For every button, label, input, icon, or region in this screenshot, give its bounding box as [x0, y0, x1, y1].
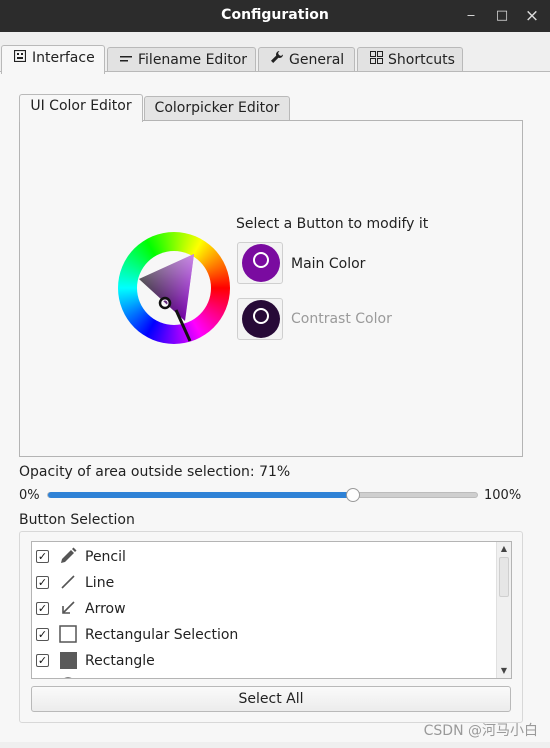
- slider-fill: [48, 492, 353, 498]
- button-list[interactable]: ✓ Pencil ✓ Line ✓ Arrow ✓ Rectangular Se…: [31, 541, 512, 679]
- contrast-color-swatch: [242, 300, 280, 338]
- rectangle-icon: [60, 652, 77, 669]
- main-color-button[interactable]: [237, 242, 283, 284]
- scroll-thumb[interactable]: [499, 557, 509, 597]
- opacity-slider[interactable]: [47, 488, 478, 502]
- contrast-color-label: Contrast Color: [291, 311, 392, 327]
- checkbox-line[interactable]: ✓: [36, 576, 49, 589]
- tab-colorpicker-editor[interactable]: Colorpicker Editor: [144, 96, 290, 122]
- scroll-down-icon[interactable]: ▼: [497, 664, 511, 678]
- select-all-button[interactable]: Select All: [31, 686, 511, 712]
- list-item-pencil[interactable]: ✓ Pencil: [32, 544, 496, 570]
- slider-min-label: 0%: [19, 488, 40, 503]
- saturation-value-triangle[interactable]: [118, 232, 230, 344]
- tab-filename-editor-label: Filename Editor: [138, 52, 248, 68]
- main-color-label: Main Color: [291, 256, 366, 272]
- watermark: CSDN @河马小白: [423, 723, 538, 739]
- rectangular-selection-icon: [59, 625, 77, 643]
- checkbox-arrow[interactable]: ✓: [36, 602, 49, 615]
- circle-icon: [253, 252, 269, 268]
- list-item-label: Pencil: [85, 549, 126, 565]
- pencil-icon: [61, 547, 77, 563]
- minimize-button[interactable]: ‒: [461, 6, 481, 26]
- maximize-button[interactable]: □: [492, 6, 512, 26]
- list-item-line[interactable]: ✓ Line: [32, 570, 496, 596]
- tab-general-label: General: [289, 52, 345, 68]
- list-item-label: Arrow: [85, 601, 126, 617]
- text-lines-icon: [118, 48, 134, 72]
- line-icon: [61, 575, 75, 589]
- close-button[interactable]: ×: [522, 6, 542, 26]
- tab-interface-label: Interface: [32, 50, 95, 66]
- arrow-icon: [62, 601, 75, 614]
- tab-shortcuts[interactable]: Shortcuts: [357, 47, 463, 73]
- list-item-rectangle[interactable]: ✓ Rectangle: [32, 648, 496, 674]
- circle-icon: [253, 308, 269, 324]
- tab-interface[interactable]: Interface: [1, 45, 105, 74]
- main-color-swatch: [242, 244, 280, 282]
- select-button-prompt: Select a Button to modify it: [236, 216, 429, 232]
- window-titlebar: Configuration ‒ □ ×: [0, 0, 550, 32]
- list-item-label: Line: [85, 575, 115, 591]
- list-item-rectangular-selection[interactable]: ✓ Rectangular Selection: [32, 622, 496, 648]
- main-tab-bar: Interface Filename Editor General Shortc…: [0, 45, 550, 74]
- checkbox-rectangle[interactable]: ✓: [36, 654, 49, 667]
- slider-max-label: 100%: [484, 488, 522, 503]
- opacity-label: Opacity of area outside selection: 71%: [19, 464, 291, 480]
- list-scrollbar[interactable]: ▲ ▼: [496, 542, 511, 678]
- tab-general[interactable]: General: [258, 47, 355, 73]
- color-wheel[interactable]: [118, 232, 230, 344]
- checkbox-rectangular-selection[interactable]: ✓: [36, 628, 49, 641]
- circle-icon: [64, 677, 72, 678]
- list-item-label: Rectangular Selection: [85, 627, 239, 643]
- interface-icon: [12, 46, 28, 70]
- wrench-icon: [269, 48, 285, 72]
- slider-handle[interactable]: [345, 488, 360, 502]
- list-item-partial: [32, 674, 496, 678]
- grid-icon: [368, 48, 384, 72]
- checkbox-pencil[interactable]: ✓: [36, 550, 49, 563]
- list-item-label: Rectangle: [85, 653, 155, 669]
- tab-filename-editor[interactable]: Filename Editor: [107, 47, 256, 73]
- button-selection-label: Button Selection: [19, 512, 135, 528]
- tab-ui-color-editor[interactable]: UI Color Editor: [19, 94, 143, 122]
- tab-shortcuts-label: Shortcuts: [388, 52, 455, 68]
- scroll-up-icon[interactable]: ▲: [497, 542, 511, 556]
- ui-color-editor-panel: [19, 120, 523, 457]
- list-item-arrow[interactable]: ✓ Arrow: [32, 596, 496, 622]
- contrast-color-button[interactable]: [237, 298, 283, 340]
